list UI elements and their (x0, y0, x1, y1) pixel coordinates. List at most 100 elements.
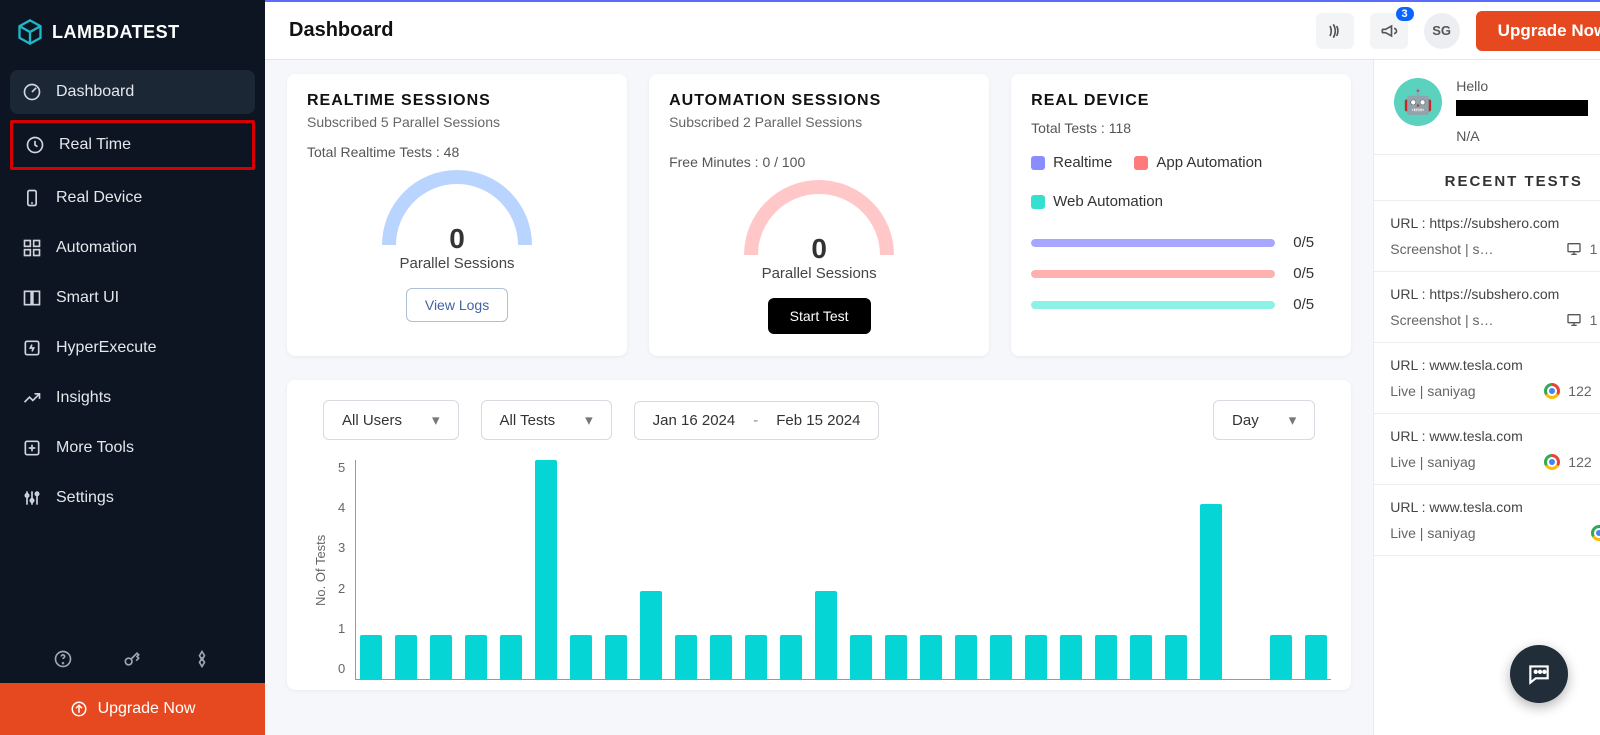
recent-meta: Screenshot | s…10 (1390, 312, 1600, 328)
bolt-icon (22, 338, 42, 358)
recent-url: URL : www.tesla.com (1390, 357, 1600, 373)
sidebar-item-label: Dashboard (56, 83, 134, 101)
progress-row: 0/5 (1031, 296, 1331, 313)
sidebar-item-automation[interactable]: Automation (10, 226, 255, 270)
key-icon[interactable] (122, 649, 142, 669)
progress-fill (1031, 239, 1275, 247)
granularity-filter[interactable]: Day ▾ (1213, 400, 1315, 440)
sidebar-item-hyperexecute[interactable]: HyperExecute (10, 326, 255, 370)
recent-tests-list: URL : https://subshero.com Screenshot | s… (1374, 201, 1600, 735)
upgrade-button[interactable]: Upgrade Now (1476, 11, 1600, 51)
recent-url: URL : www.tesla.com (1390, 499, 1600, 515)
legend-item: Web Automation (1031, 193, 1163, 210)
chart-bar (1060, 635, 1082, 679)
recent-meta-text: Live | saniyag (1390, 454, 1536, 470)
chevron-down-icon: ▾ (585, 411, 593, 429)
gauge-value: 0 (758, 233, 880, 265)
sidebar-item-label: Settings (56, 489, 114, 507)
legend-item: Realtime (1031, 154, 1112, 171)
chart-bar (920, 635, 942, 679)
sidebar-item-insights[interactable]: Insights (10, 376, 255, 420)
free-minutes: Free Minutes : 0 / 100 (669, 154, 969, 170)
sidebar-item-realtime[interactable]: Real Time (10, 120, 255, 170)
recent-test-item[interactable]: URL : https://subshero.comScreenshot | s… (1374, 272, 1600, 343)
legend: RealtimeApp AutomationWeb Automation (1031, 154, 1331, 210)
gauge-value: 0 (396, 223, 518, 255)
recent-test-item[interactable]: URL : www.tesla.com Live | saniyag12210 (1374, 343, 1600, 414)
progress-bars: 0/50/50/5 (1031, 234, 1331, 313)
recent-meta: Live | saniyag12210 (1390, 383, 1600, 399)
sidebar-item-realdevice[interactable]: Real Device (10, 176, 255, 220)
announcements-button[interactable]: 3 (1370, 13, 1408, 49)
progress-value: 0/5 (1293, 296, 1331, 313)
date-separator: - (753, 412, 758, 429)
chart-bar (1130, 635, 1152, 679)
y-tick: 1 (338, 621, 345, 636)
monitor-icon (1566, 312, 1582, 328)
accessibility-icon (1325, 21, 1345, 41)
recent-meta-text: Screenshot | s… (1390, 312, 1557, 328)
card-title: REAL DEVICE (1031, 92, 1331, 110)
real-device-card: REAL DEVICE Total Tests : 118 RealtimeAp… (1011, 74, 1351, 356)
y-tick: 3 (338, 540, 345, 555)
realtime-sessions-card: REALTIME SESSIONS Subscribed 5 Parallel … (287, 74, 627, 356)
chrome-icon (1591, 525, 1600, 541)
sidebar-item-dashboard[interactable]: Dashboard (10, 70, 255, 114)
sliders-icon (22, 488, 42, 508)
sidebar-item-smartui[interactable]: Smart UI (10, 276, 255, 320)
sidebar-item-label: Automation (56, 239, 137, 257)
profile-name-redacted (1456, 100, 1588, 116)
clock-icon (25, 135, 45, 155)
progress-bar (1031, 239, 1275, 247)
total-tests: Total Tests : 118 (1031, 120, 1331, 136)
sidebar-item-label: HyperExecute (56, 339, 157, 357)
chart-bar (710, 635, 732, 679)
plus-icon (22, 438, 42, 458)
tests-filter[interactable]: All Tests ▾ (481, 400, 612, 440)
sidebar: LAMBDATEST Dashboard Real Time Real Devi… (0, 0, 265, 735)
chart-bar (745, 635, 767, 679)
help-icon[interactable] (53, 649, 73, 669)
chart-bar (605, 635, 627, 679)
card-subtitle: Subscribed 5 Parallel Sessions (307, 114, 607, 130)
profile-hello: Hello (1456, 78, 1588, 94)
upgrade-sidebar-button[interactable]: Upgrade Now (0, 683, 265, 735)
gauge-icon (22, 82, 42, 102)
profile-org: N/A (1456, 128, 1588, 144)
recent-url: URL : https://subshero.com (1390, 215, 1600, 231)
integration-icon[interactable] (192, 649, 212, 669)
recent-test-item[interactable]: URL : www.tesla.comLive | saniyag12210 (1374, 414, 1600, 485)
date-range-filter[interactable]: Jan 16 2024 - Feb 15 2024 (634, 401, 880, 440)
chart-bar (1305, 635, 1327, 679)
chrome-icon (1544, 383, 1560, 399)
sidebar-item-label: More Tools (56, 439, 134, 457)
desktop-count: 1 (1590, 312, 1598, 328)
recent-test-item[interactable]: URL : www.tesla.comLive | saniyag118 (1374, 485, 1600, 556)
chart-bar (1270, 635, 1292, 679)
chart-bar (430, 635, 452, 679)
recent-meta-text: Screenshot | s… (1390, 241, 1557, 257)
profile-avatar: 🤖 (1394, 78, 1442, 126)
users-filter[interactable]: All Users ▾ (323, 400, 459, 440)
sidebar-item-settings[interactable]: Settings (10, 476, 255, 520)
y-tick: 0 (338, 661, 345, 676)
progress-row: 0/5 (1031, 265, 1331, 282)
legend-swatch (1134, 156, 1148, 170)
user-avatar[interactable]: SG (1424, 13, 1460, 49)
logo[interactable]: LAMBDATEST (0, 0, 265, 70)
profile-card: 🤖 Hello N/A (1374, 60, 1600, 155)
recent-test-item[interactable]: URL : https://subshero.com Screenshot | s… (1374, 201, 1600, 272)
progress-value: 0/5 (1293, 265, 1331, 282)
accessibility-button[interactable] (1316, 13, 1354, 49)
chat-button[interactable] (1510, 645, 1568, 703)
automation-gauge: 0 (744, 180, 894, 255)
chart-bar (850, 635, 872, 679)
progress-bar (1031, 270, 1275, 278)
sidebar-item-label: Insights (56, 389, 111, 407)
total-realtime-tests: Total Realtime Tests : 48 (307, 144, 607, 160)
view-logs-button[interactable]: View Logs (406, 288, 508, 322)
automation-sessions-card: AUTOMATION SESSIONS Subscribed 2 Paralle… (649, 74, 989, 356)
tests-chart-card: All Users ▾ All Tests ▾ Jan 16 2024 - Fe… (287, 380, 1351, 690)
sidebar-item-moretools[interactable]: More Tools (10, 426, 255, 470)
start-test-button[interactable]: Start Test (768, 298, 871, 334)
